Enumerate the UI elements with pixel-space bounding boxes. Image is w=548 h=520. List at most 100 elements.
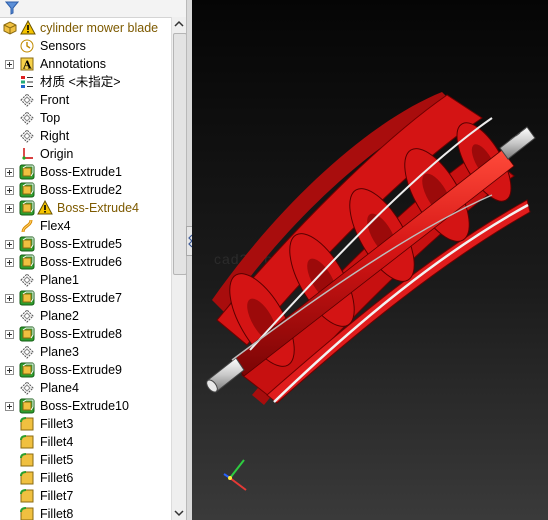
tree-item-label: Boss-Extrude1 [40,165,122,179]
tree-item[interactable]: Plane4 [0,379,172,397]
plane-icon [20,129,34,143]
boss-extrude-icon [19,200,35,216]
tree-item-label: Fillet6 [40,471,74,485]
tree-item-label: Plane4 [40,381,79,395]
tree-item-label: Boss-Extrude6 [40,255,122,269]
flex-icon [21,219,33,233]
tree-item-label: Right [40,129,70,143]
tree-item-label: 材质 <未指定> [40,75,121,89]
boss-extrude-icon [19,164,35,180]
tree-item-label: Front [40,93,70,107]
tree-item-label: Boss-Extrude10 [40,399,129,413]
plane-icon [20,345,34,359]
material-icon [21,76,33,88]
fillet-icon [20,417,34,431]
filter-icon[interactable] [5,1,19,15]
tree-item[interactable]: Plane3 [0,343,172,361]
plane-icon [20,309,34,323]
svg-text:A: A [22,59,32,72]
tree-item[interactable]: Fillet7 [0,487,172,505]
tree-item[interactable]: Fillet3 [0,415,172,433]
boss-extrude-icon [19,254,35,270]
shaft-end-left [206,357,245,393]
feature-manager-tree: cylinder mower blade Sensors A Annotations… [0,0,186,520]
fillet-icon [20,489,34,503]
warning-icon [20,20,36,35]
expand-plus-icon[interactable] [5,204,14,213]
expand-plus-icon[interactable] [5,402,14,411]
plane-icon [20,273,34,287]
tree-item-label: Annotations [40,57,107,71]
tree-item[interactable]: Sensors [0,37,172,55]
tree-item-label: Fillet4 [40,435,74,449]
fillet-icon [20,471,34,485]
tree-item[interactable]: Boss-Extrude7 [0,289,172,307]
boss-extrude-icon [19,326,35,342]
expand-plus-icon[interactable] [5,258,14,267]
tree-item-label: Flex4 [40,219,71,233]
scroll-up-arrow-icon[interactable] [174,19,184,29]
tree-item[interactable]: Boss-Extrude8 [0,325,172,343]
scroll-down-arrow-icon[interactable] [174,508,184,518]
tree-item-label: Boss-Extrude2 [40,183,122,197]
tree-item[interactable]: Fillet8 [0,505,172,520]
tree-scrollbar[interactable] [171,17,186,520]
tree-item[interactable]: Boss-Extrude6 [0,253,172,271]
tree-item[interactable]: Boss-Extrude9 [0,361,172,379]
origin-icon [22,148,33,160]
tree-item[interactable]: Front [0,91,172,109]
tree-item[interactable]: Fillet5 [0,451,172,469]
plane-icon [20,93,34,107]
cylinder-mower-blade-model[interactable] [192,0,548,520]
expand-plus-icon[interactable] [5,60,14,69]
tree-item-label: Plane1 [40,273,79,287]
expand-plus-icon[interactable] [5,330,14,339]
expand-plus-icon[interactable] [5,240,14,249]
view-orientation-triad [223,459,247,491]
scroll-thumb[interactable] [173,33,186,275]
tree-item[interactable]: 材质 <未指定> [0,73,172,91]
plane-icon [20,381,34,395]
warning-icon [37,200,53,215]
tree-item[interactable]: Boss-Extrude2 [0,181,172,199]
tree-item[interactable]: Plane2 [0,307,172,325]
tree-item[interactable]: Boss-Extrude4 [0,199,172,217]
tree-item[interactable]: Fillet4 [0,433,172,451]
feature-tree-list: cylinder mower blade Sensors A Annotations… [0,19,172,520]
tree-item-label: Plane3 [40,345,79,359]
tree-item[interactable]: Boss-Extrude10 [0,397,172,415]
annotations-icon: A [20,57,34,72]
tree-item-label: Fillet7 [40,489,74,503]
part-icon [3,21,17,35]
tree-item[interactable]: Plane1 [0,271,172,289]
expand-plus-icon[interactable] [5,186,14,195]
tree-filter-bar [0,0,186,18]
expand-plus-icon[interactable] [5,168,14,177]
tree-item[interactable]: Boss-Extrude5 [0,235,172,253]
expand-plus-icon[interactable] [5,366,14,375]
tree-item-label: Origin [40,147,74,161]
tree-item-label: Sensors [40,39,86,53]
root-part-label: cylinder mower blade [40,21,159,35]
tree-item[interactable]: A Annotations [0,55,172,73]
tree-item[interactable]: Top [0,109,172,127]
sensor-icon [20,39,34,53]
tree-item-label: Top [40,111,61,125]
tree-root-part[interactable]: cylinder mower blade [0,19,172,37]
tree-item[interactable]: Boss-Extrude1 [0,163,172,181]
tree-item[interactable]: Origin [0,145,172,163]
tree-item[interactable]: Fillet6 [0,469,172,487]
tree-item-label: Plane2 [40,309,79,323]
tree-item[interactable]: Flex4 [0,217,172,235]
tree-item-label: Boss-Extrude8 [40,327,122,341]
graphics-viewport[interactable]: cad2Pro.com [192,0,548,520]
tree-item-label: Fillet3 [40,417,74,431]
expand-plus-icon[interactable] [5,294,14,303]
boss-extrude-icon [19,362,35,378]
tree-item[interactable]: Right [0,127,172,145]
shaft-end-right [499,126,536,160]
tree-item-label: Fillet5 [40,453,74,467]
boss-extrude-icon [19,290,35,306]
tree-item-label: Boss-Extrude9 [40,363,122,377]
fillet-icon [20,453,34,467]
